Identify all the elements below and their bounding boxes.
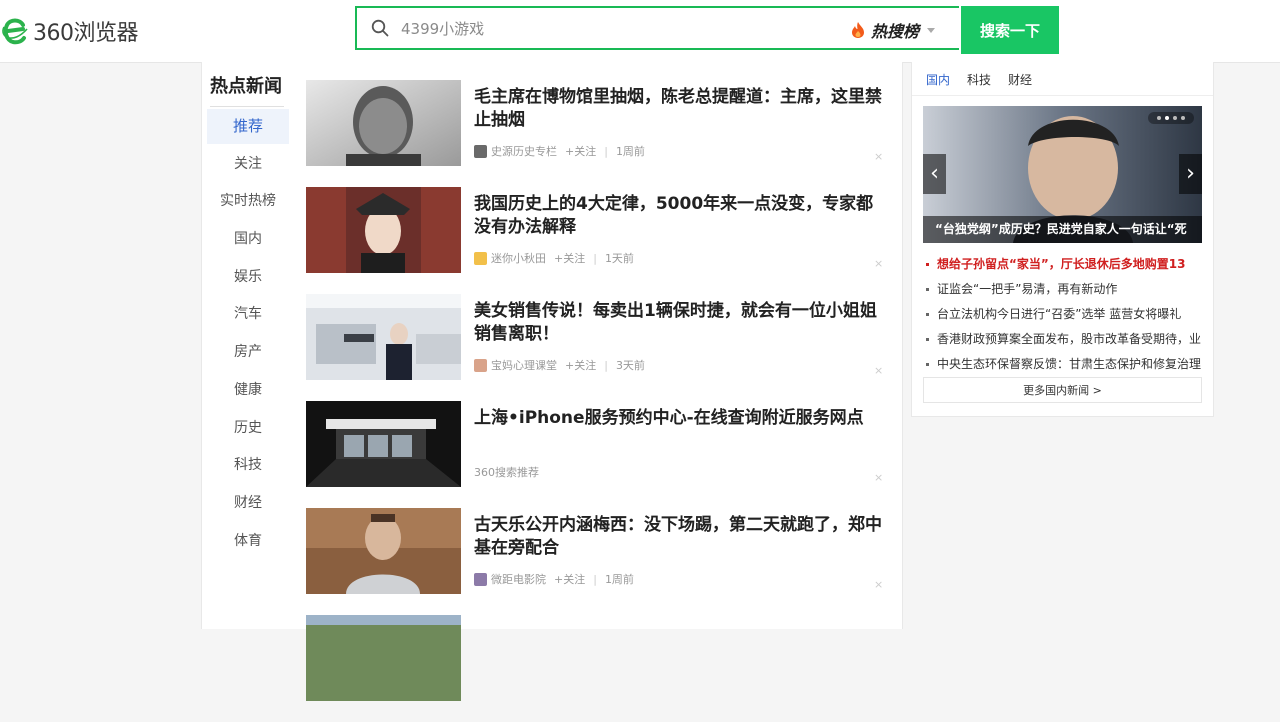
logo-text: 360浏览器 [33,21,139,46]
news-thumbnail[interactable] [306,401,461,487]
tabs-divider [912,95,1213,96]
tab-finance[interactable]: 财经 [1008,71,1032,88]
category-item-finance[interactable]: 财经 [207,486,289,521]
more-domestic-news-button[interactable]: 更多国内新闻 > [923,377,1202,403]
dismiss-icon[interactable]: × [874,257,883,270]
section-title-text: 热点新闻 [210,76,282,97]
news-item[interactable]: 毛主席在博物馆里抽烟，陈老总提醒道：主席，这里禁止抽烟 史源历史专栏 +关注 |… [306,80,886,187]
follow-button[interactable]: +关注 [565,357,596,373]
carousel-caption[interactable]: “台独党纲”成历史？民进党自家人一句话让“死 [923,216,1202,243]
carousel-dot[interactable] [1173,116,1177,120]
category-nav: 推荐 关注 实时热榜 国内 娱乐 汽车 房产 健康 历史 科技 财经 体育 [207,109,289,561]
news-time: 3天前 [615,359,645,372]
flame-icon [852,22,864,38]
news-time: 1周前 [604,573,634,586]
category-item-follow[interactable]: 关注 [207,147,289,182]
news-source[interactable]: 微距电影院 [491,571,546,587]
meta-divider: | [593,572,597,586]
news-title[interactable]: 上海•iPhone服务预约中心-在线查询附近服务网点 [474,407,886,430]
news-thumbnail[interactable] [306,80,461,166]
news-item[interactable]: 上海•iPhone服务预约中心-在线查询附近服务网点 360搜索推荐 × [306,401,886,508]
meta-divider: | [604,144,608,158]
news-item[interactable]: 美女销售传说！每卖出1辆保时捷，就会有一位小姐姐销售离职！ 宝妈心理课堂 +关注… [306,294,886,401]
news-thumbnail[interactable] [306,508,461,594]
search-input[interactable] [399,16,823,42]
chevron-down-icon [927,27,936,33]
category-item-realestate[interactable]: 房产 [207,335,289,370]
category-item-auto[interactable]: 汽车 [207,297,289,332]
hot-rank-dropdown[interactable]: 热搜榜 [851,18,936,42]
news-meta: 360搜索推荐 [474,464,539,480]
news-main-panel: 热点新闻 推荐 关注 实时热榜 国内 娱乐 汽车 房产 健康 历史 科技 财经 … [201,62,903,701]
news-carousel[interactable]: ‹ › “台独党纲”成历史？民进党自家人一句话让“死 [923,106,1202,243]
category-item-realtime-hot[interactable]: 实时热榜 [207,184,289,219]
category-item-health[interactable]: 健康 [207,373,289,408]
meta-divider: | [604,358,608,372]
news-source[interactable]: 史源历史专栏 [491,143,557,159]
search-icon [371,19,389,37]
dismiss-icon[interactable]: × [874,471,883,484]
360-e-logo-icon [2,18,28,45]
news-source[interactable]: 迷你小秋田 [491,250,546,266]
follow-button[interactable]: +关注 [554,250,585,266]
news-meta: 宝妈心理课堂 +关注 | 3天前 [474,357,645,373]
headline-list: 想给子孙留点“家当”，厅长退休后多地购置13 证监会“一把手”易清，再有新动作 … [923,252,1205,377]
follow-button[interactable]: +关注 [565,143,596,159]
category-item-tech[interactable]: 科技 [207,448,289,483]
headline-item[interactable]: 证监会“一把手”易清，再有新动作 [923,277,1205,302]
news-title[interactable]: 古天乐公开内涵梅西：没下场踢，第二天就跑了，郑中基在旁配合 [474,514,886,560]
news-time: 1天前 [604,252,634,265]
source-avatar [474,144,487,158]
headline-item[interactable]: 台立法机构今日进行“召委”选举 蓝营女将曝礼 [923,302,1205,327]
source-avatar [474,251,487,265]
dismiss-icon[interactable]: × [874,364,883,377]
news-thumbnail[interactable] [306,294,461,380]
category-item-entertainment[interactable]: 娱乐 [207,260,289,295]
news-thumbnail[interactable] [306,615,461,701]
section-title: 热点新闻 [210,72,284,107]
news-title[interactable]: 毛主席在博物馆里抽烟，陈老总提醒道：主席，这里禁止抽烟 [474,86,886,132]
carousel-prev-button[interactable]: ‹ [923,154,946,194]
news-title[interactable]: 我国历史上的4大定律，5000年来一点没变，专家都没有办法解释 [474,193,886,239]
headline-item[interactable]: 香港财政预算案全面发布，股市改革备受期待，业 [923,327,1205,352]
tab-tech[interactable]: 科技 [967,71,991,88]
hot-rank-label: 热搜榜 [871,22,920,41]
search-button[interactable]: 搜索一下 [961,6,1059,54]
news-meta: 微距电影院 +关注 | 1周前 [474,571,634,587]
headline-item[interactable]: 想给子孙留点“家当”，厅长退休后多地购置13 [923,252,1205,277]
news-thumbnail[interactable] [306,187,461,273]
follow-button[interactable]: +关注 [554,571,585,587]
carousel-dot[interactable] [1181,116,1185,120]
tab-domestic[interactable]: 国内 [926,71,950,88]
news-feed: 毛主席在博物馆里抽烟，陈老总提醒道：主席，这里禁止抽烟 史源历史专栏 +关注 |… [306,80,886,722]
carousel-dot[interactable] [1165,116,1169,120]
dismiss-icon[interactable]: × [874,578,883,591]
search-box[interactable]: 热搜榜 [355,6,959,50]
news-title[interactable]: 美女销售传说！每卖出1辆保时捷，就会有一位小姐姐销售离职！ [474,300,886,346]
category-item-domestic[interactable]: 国内 [207,222,289,257]
domestic-news-panel: 国内 科技 财经 ‹ › “台独党纲”成历史？民进党自家人一句话让“死 想给子孙… [911,62,1214,417]
news-item[interactable]: 古天乐公开内涵梅西：没下场踢，第二天就跑了，郑中基在旁配合 微距电影院 +关注 … [306,508,886,615]
carousel-pagination[interactable] [1148,112,1194,124]
news-meta: 迷你小秋田 +关注 | 1天前 [474,250,634,266]
dismiss-icon[interactable]: × [874,150,883,163]
category-item-history[interactable]: 历史 [207,411,289,446]
news-tabs: 国内 科技 财经 [926,71,1049,88]
news-item[interactable] [306,615,886,722]
meta-divider: | [593,251,597,265]
news-source[interactable]: 宝妈心理课堂 [491,357,557,373]
source-avatar [474,572,487,586]
carousel-dot[interactable] [1157,116,1161,120]
headline-item[interactable]: 中央生态环保督察反馈：甘肃生态保护和修复治理 [923,352,1205,377]
category-item-sports[interactable]: 体育 [207,524,289,559]
news-source: 360搜索推荐 [474,466,539,479]
news-meta: 史源历史专栏 +关注 | 1周前 [474,143,645,159]
news-time: 1周前 [615,145,645,158]
top-header: 360浏览器 热搜榜 搜索一下 [0,0,1280,63]
category-item-recommend[interactable]: 推荐 [207,109,289,144]
source-avatar [474,358,487,372]
carousel-next-button[interactable]: › [1179,154,1202,194]
news-item[interactable]: 我国历史上的4大定律，5000年来一点没变，专家都没有办法解释 迷你小秋田 +关… [306,187,886,294]
browser-logo[interactable]: 360浏览器 [0,14,139,48]
